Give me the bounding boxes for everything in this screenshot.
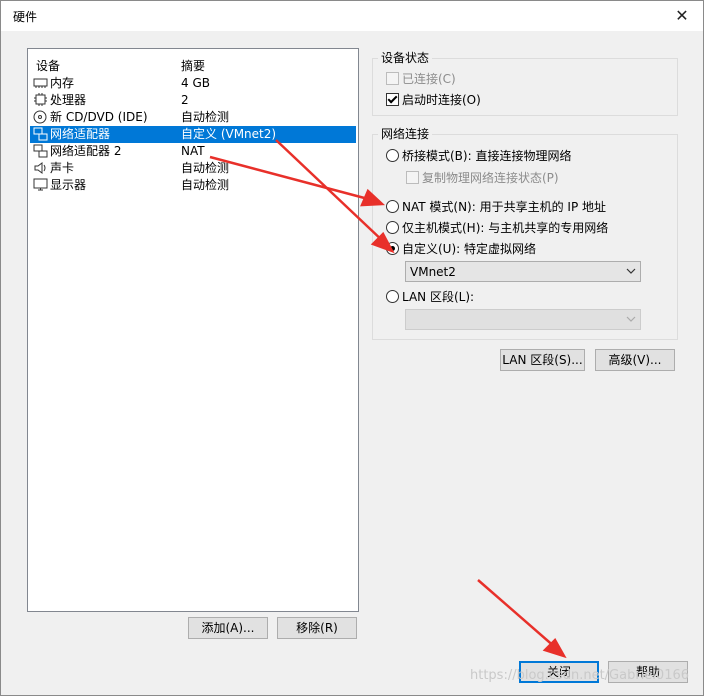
add-button[interactable]: 添加(A)... — [188, 617, 268, 639]
remove-button[interactable]: 移除(R) — [277, 617, 357, 639]
device-summary: 2 — [181, 93, 189, 107]
host-only-mode-label: 仅主机模式(H): 与主机共享的专用网络 — [402, 221, 609, 235]
lan-segments-button[interactable]: LAN 区段(S)... — [500, 349, 585, 371]
device-name: 新 CD/DVD (IDE) — [50, 110, 148, 124]
device-summary: 自定义 (VMnet2) — [181, 127, 277, 141]
device-summary: 4 GB — [181, 76, 210, 90]
radio-circle — [386, 242, 399, 255]
window-title: 硬件 — [13, 10, 38, 24]
chevron-down-icon — [626, 313, 636, 323]
memory-icon — [33, 76, 48, 90]
speaker-icon — [33, 161, 48, 175]
device-name: 声卡 — [50, 161, 75, 175]
title-bar: 硬件 ✕ — [1, 1, 703, 31]
close-window-button[interactable]: ✕ — [661, 1, 703, 31]
advanced-button[interactable]: 高级(V)... — [595, 349, 675, 371]
device-row-memory[interactable]: 内存 4 GB — [30, 75, 356, 92]
device-row-processor[interactable]: 处理器 2 — [30, 92, 356, 109]
device-name: 网络适配器 2 — [50, 144, 122, 158]
device-name: 显示器 — [50, 178, 87, 192]
device-summary: 自动检测 — [181, 161, 230, 175]
cpu-icon — [33, 93, 48, 107]
device-row-network-adapter[interactable]: 网络适配器 自定义 (VMnet2) — [30, 126, 356, 143]
checkbox-box — [386, 93, 399, 106]
connect-at-power-on-label: 启动时连接(O) — [402, 93, 481, 107]
cd-dvd-icon — [33, 110, 48, 124]
custom-network-label: 自定义(U): 特定虚拟网络 — [402, 242, 537, 256]
device-status-label: 设备状态 — [378, 49, 433, 66]
device-row-cd-dvd[interactable]: 新 CD/DVD (IDE) 自动检测 — [30, 109, 356, 126]
radio-circle — [386, 149, 399, 162]
lan-segment-radio[interactable]: LAN 区段(L): — [386, 288, 474, 305]
lan-segment-label: LAN 区段(L): — [402, 290, 475, 304]
radio-circle — [386, 290, 399, 303]
chevron-down-icon — [626, 265, 636, 275]
host-only-mode-radio[interactable]: 仅主机模式(H): 与主机共享的专用网络 — [386, 219, 608, 236]
replicate-physical-state-label: 复制物理网络连接状态(P) — [422, 171, 559, 185]
device-name: 处理器 — [50, 93, 87, 107]
checkbox-box — [386, 72, 399, 85]
connected-checkbox[interactable]: 已连接(C) — [386, 70, 456, 87]
device-summary: 自动检测 — [181, 110, 230, 124]
custom-network-value: VMnet2 — [410, 265, 456, 279]
device-row-network-adapter-2[interactable]: 网络适配器 2 NAT — [30, 143, 356, 160]
monitor-icon — [33, 178, 48, 192]
watermark-text: https://blog.csdn.net/Gabriel0166 — [470, 668, 690, 683]
nat-mode-radio[interactable]: NAT 模式(N): 用于共享主机的 IP 地址 — [386, 198, 606, 215]
device-summary: 自动检测 — [181, 178, 230, 192]
radio-circle — [386, 200, 399, 213]
device-summary: NAT — [181, 144, 205, 158]
device-name: 网络适配器 — [50, 127, 111, 141]
custom-network-radio[interactable]: 自定义(U): 特定虚拟网络 — [386, 240, 536, 257]
bridged-mode-radio[interactable]: 桥接模式(B): 直接连接物理网络 — [386, 147, 571, 164]
column-header-summary[interactable]: 摘要 — [181, 57, 205, 74]
checkbox-box — [406, 171, 419, 184]
device-row-display[interactable]: 显示器 自动检测 — [30, 177, 356, 194]
network-adapter-icon — [33, 144, 48, 158]
nat-mode-label: NAT 模式(N): 用于共享主机的 IP 地址 — [402, 200, 607, 214]
device-row-sound-card[interactable]: 声卡 自动检测 — [30, 160, 356, 177]
custom-network-select[interactable]: VMnet2 — [405, 261, 641, 282]
radio-circle — [386, 221, 399, 234]
device-name: 内存 — [50, 76, 75, 90]
connect-at-power-on-checkbox[interactable]: 启动时连接(O) — [386, 91, 481, 108]
network-connection-label: 网络连接 — [378, 125, 433, 142]
column-header-device[interactable]: 设备 — [36, 57, 60, 74]
bridged-mode-label: 桥接模式(B): 直接连接物理网络 — [402, 149, 572, 163]
lan-segment-select[interactable] — [405, 309, 641, 330]
device-list[interactable]: 设备 摘要 内存 4 GB 处理器 2 新 CD/DVD (IDE) 自动检测 … — [27, 48, 359, 612]
replicate-physical-state-checkbox[interactable]: 复制物理网络连接状态(P) — [406, 169, 559, 186]
connected-label: 已连接(C) — [402, 72, 456, 86]
network-adapter-icon — [33, 127, 48, 141]
